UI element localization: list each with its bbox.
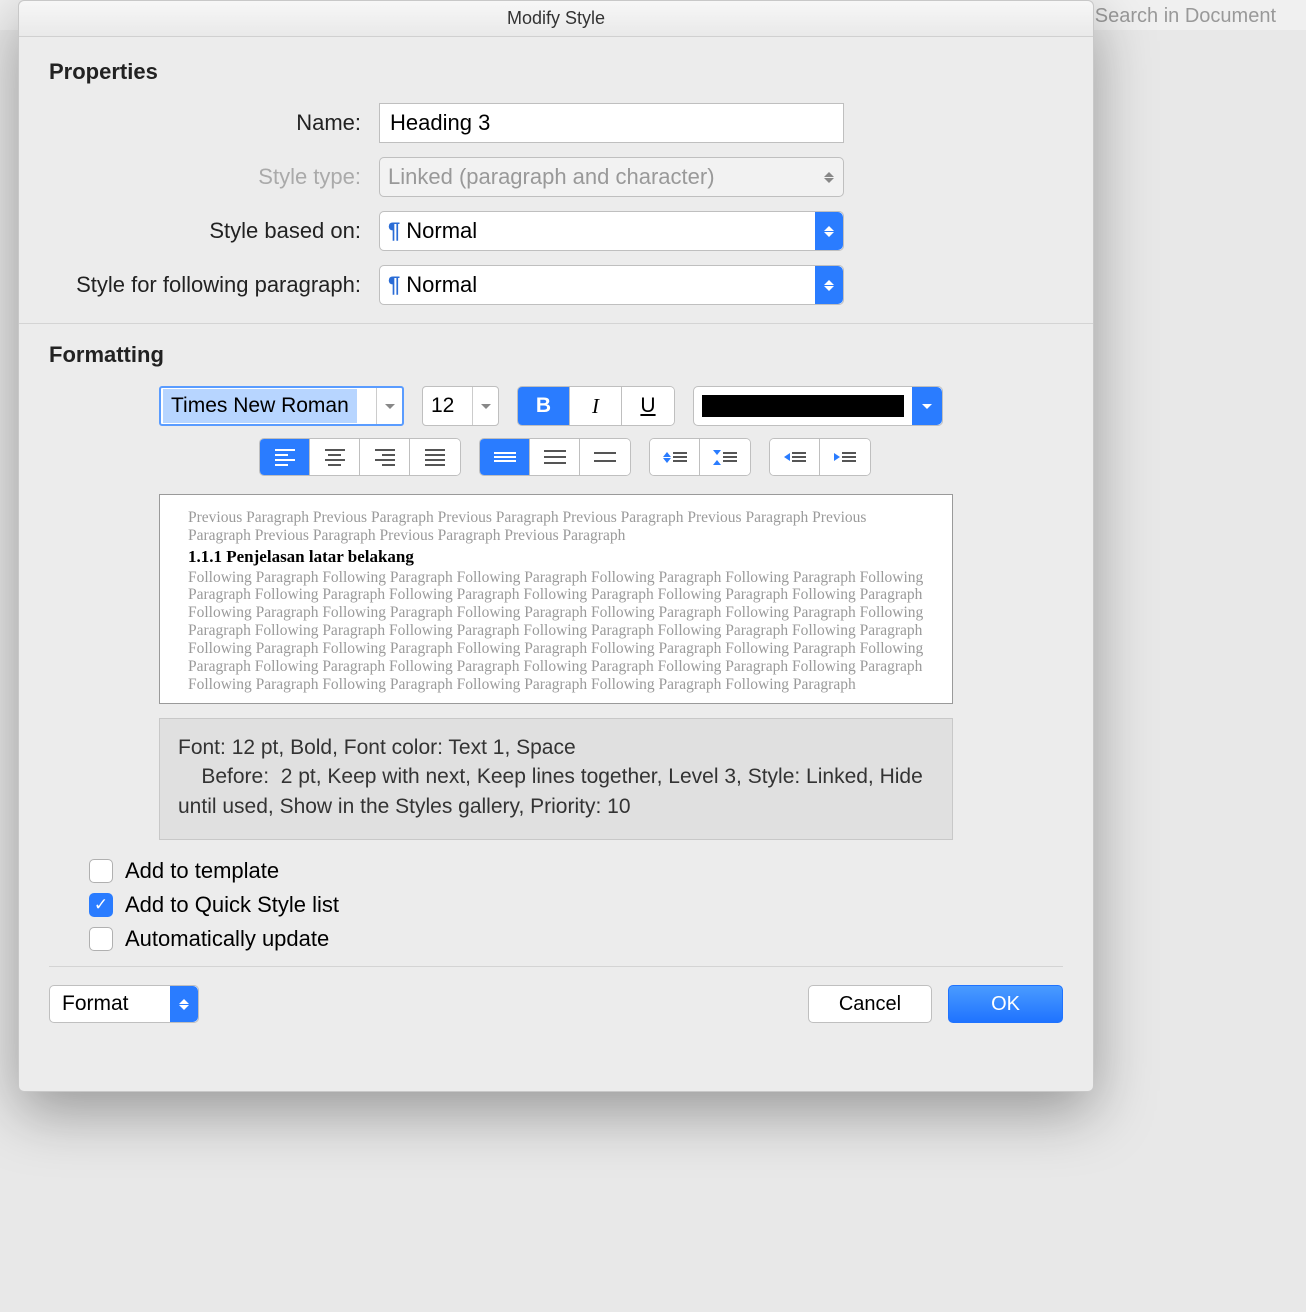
font-size-dropdown-icon [472,387,498,425]
based-on-select[interactable]: ¶ Normal [379,211,844,251]
ok-button[interactable]: OK [948,985,1063,1023]
name-label: Name: [49,110,379,136]
align-center-button[interactable] [310,439,360,475]
space-after-button[interactable] [700,439,750,475]
paragraph-mark-icon: ¶ [388,218,400,244]
auto-update-checkbox[interactable] [89,927,113,951]
following-value: Normal [406,272,477,298]
style-type-select: Linked (paragraph and character) [379,157,844,197]
properties-heading: Properties [49,59,1063,85]
add-template-checkbox[interactable] [89,859,113,883]
align-right-button[interactable] [360,439,410,475]
following-select[interactable]: ¶ Normal [379,265,844,305]
following-arrow-icon [815,266,843,304]
quick-style-checkbox[interactable]: ✓ [89,893,113,917]
based-on-label: Style based on: [49,218,379,244]
preview-following-text: Following Paragraph Following Paragraph … [188,569,924,694]
based-on-arrow-icon [815,212,843,250]
bg-search: 🔍 Search in Document [1064,3,1276,28]
decrease-indent-button[interactable] [770,439,820,475]
underline-button[interactable]: U [622,387,674,425]
color-swatch [702,395,904,417]
formatting-heading: Formatting [49,342,1063,368]
paragraph-mark-icon: ¶ [388,272,400,298]
spacing-1-button[interactable] [480,439,530,475]
format-button-label: Format [62,992,129,1016]
spacing-2-button[interactable] [580,439,630,475]
preview-sample-text: 1.1.1 Penjelasan latar belakang [188,547,924,567]
font-name-value: Times New Roman [163,389,357,423]
preview-prev-text: Previous Paragraph Previous Paragraph Pr… [188,509,924,545]
font-size-select[interactable]: 12 [422,386,499,426]
format-menu-arrow-icon [170,986,198,1022]
line-spacing-group [479,438,631,476]
add-template-label: Add to template [125,858,279,884]
bold-button[interactable]: B [518,387,570,425]
alignment-group [259,438,461,476]
color-dropdown-icon [912,387,942,425]
modify-style-dialog: Modify Style Properties Name: Style type… [18,0,1094,1092]
name-input[interactable] [379,103,844,143]
based-on-value: Normal [406,218,477,244]
indent-group [769,438,871,476]
font-size-value: 12 [431,394,454,418]
auto-update-label: Automatically update [125,926,329,952]
style-type-arrow-icon [815,158,843,196]
bold-italic-underline-group: B I U [517,386,675,426]
style-description: Font: 12 pt, Bold, Font color: Text 1, S… [159,718,953,840]
format-menu-button[interactable]: Format [49,985,199,1023]
dialog-title: Modify Style [19,1,1093,37]
para-spacing-group [649,438,751,476]
font-name-select[interactable]: Times New Roman [159,386,404,426]
following-label: Style for following paragraph: [49,272,379,298]
align-justify-button[interactable] [410,439,460,475]
cancel-button[interactable]: Cancel [808,985,932,1023]
spacing-1-5-button[interactable] [530,439,580,475]
font-name-dropdown-icon [376,388,402,424]
quick-style-label: Add to Quick Style list [125,892,339,918]
space-before-button[interactable] [650,439,700,475]
increase-indent-button[interactable] [820,439,870,475]
preview-box: Previous Paragraph Previous Paragraph Pr… [159,494,953,704]
style-type-value: Linked (paragraph and character) [388,164,715,190]
style-type-label: Style type: [49,164,379,190]
italic-button[interactable]: I [570,387,622,425]
font-color-select[interactable] [693,386,943,426]
align-left-button[interactable] [260,439,310,475]
